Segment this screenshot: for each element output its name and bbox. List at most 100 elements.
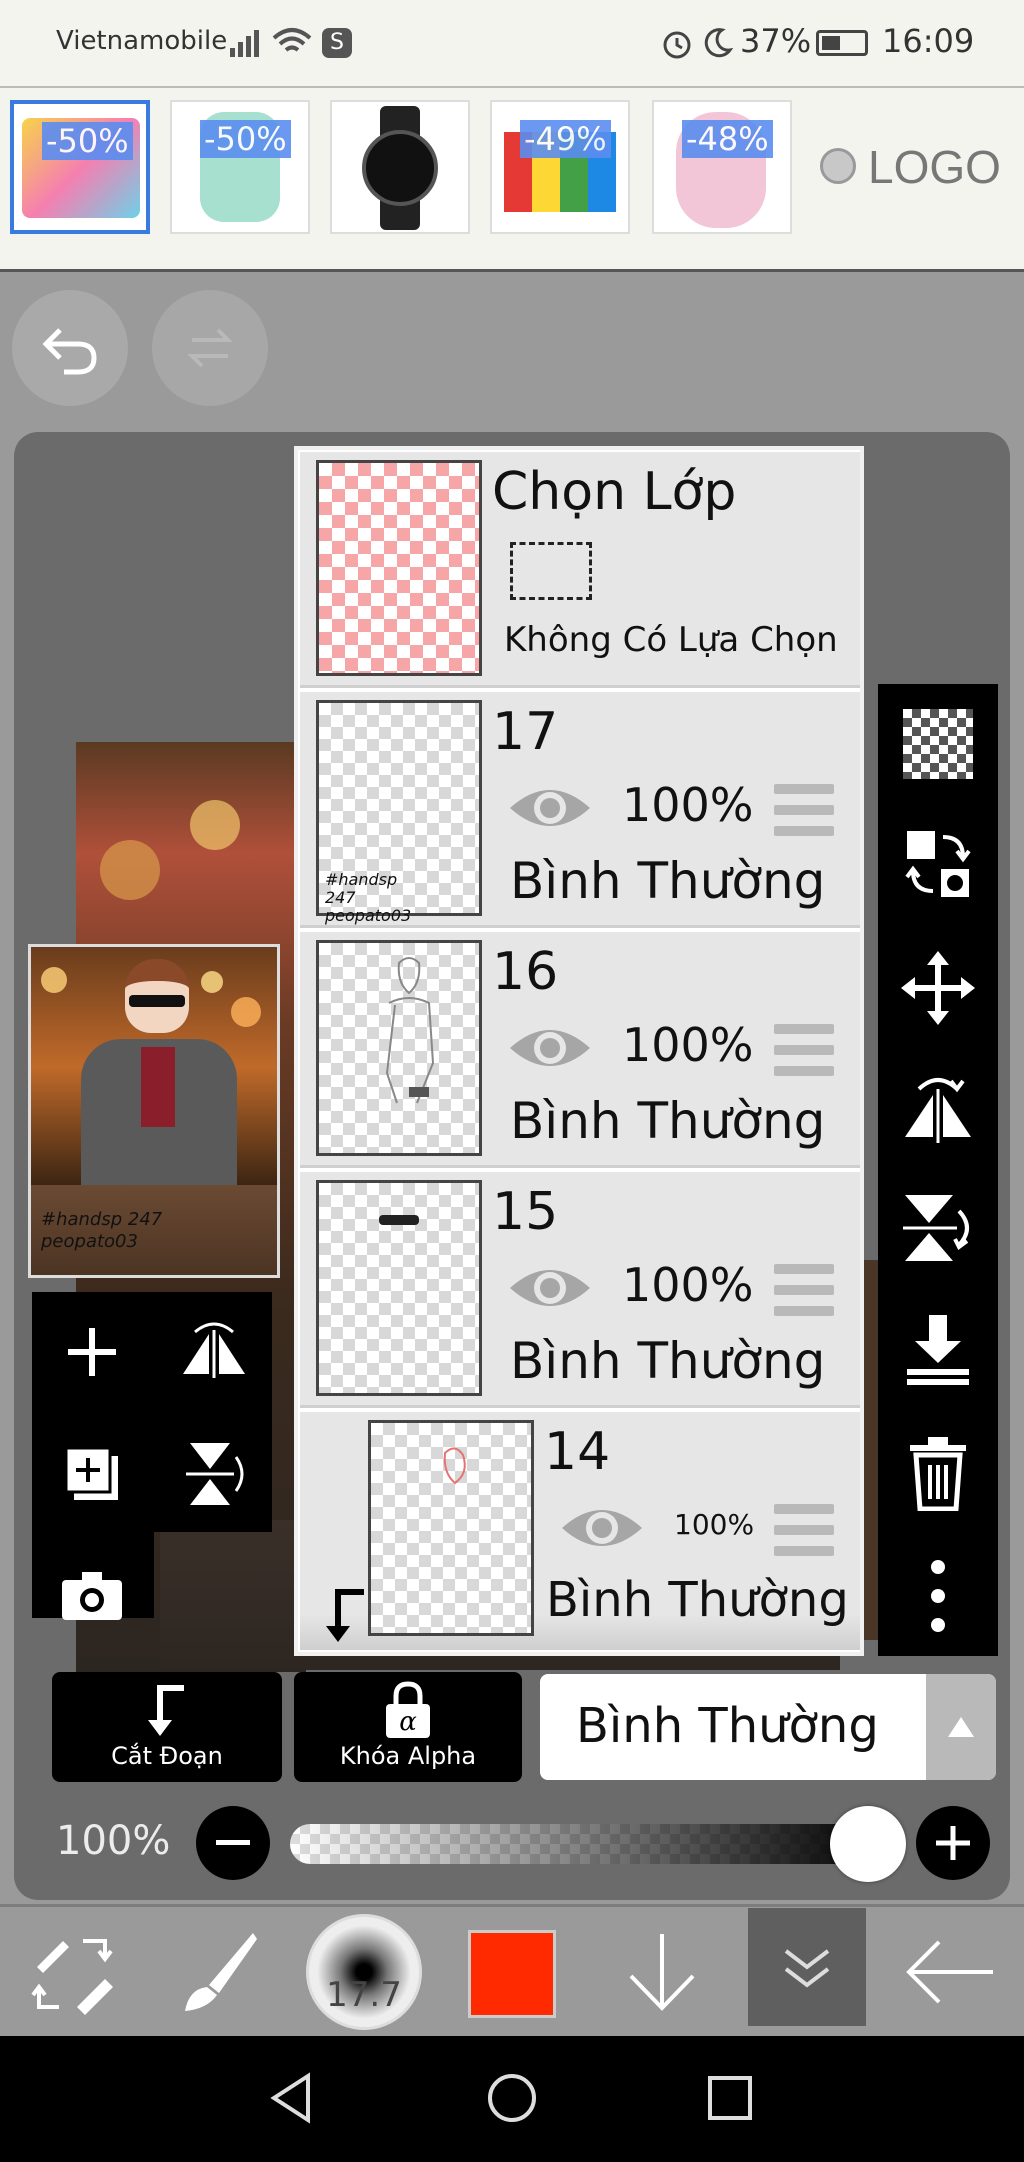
layer-down-button[interactable]	[612, 1922, 712, 2022]
layer-row[interactable]: 16 100% Bình Thường	[300, 932, 860, 1168]
preview-signature: #handsp 247 peopato03	[41, 1209, 163, 1252]
opacity-slider[interactable]	[290, 1824, 880, 1864]
camera-button[interactable]	[42, 1546, 142, 1646]
duplicate-layer-button[interactable]	[42, 1424, 142, 1524]
selection-layer-thumbnail	[316, 460, 482, 676]
drag-handle-icon[interactable]	[774, 784, 834, 836]
merge-down-icon	[907, 1315, 969, 1385]
ad-product-toy-phone[interactable]: -48%	[652, 100, 792, 234]
nav-back-button[interactable]	[262, 2068, 322, 2128]
new-transparent-layer-button[interactable]	[890, 696, 986, 792]
visibility-eye-icon[interactable]	[560, 1500, 644, 1560]
checkerboard-icon	[903, 709, 973, 779]
square-recents-icon	[708, 2076, 752, 2120]
camera-icon	[62, 1572, 122, 1620]
move-button[interactable]	[890, 940, 986, 1036]
flip-vertical-icon	[903, 1195, 969, 1261]
opacity-increase-button[interactable]	[916, 1806, 990, 1880]
circle-home-icon	[488, 2074, 536, 2122]
ad-product-watch-green[interactable]: -50%	[170, 100, 310, 234]
app-notification-icon: S	[322, 28, 352, 58]
alpha-lock-label: Khóa Alpha	[339, 1742, 477, 1770]
more-options-button[interactable]	[890, 1548, 986, 1644]
opacity-value: 100%	[56, 1818, 171, 1864]
nav-recents-button[interactable]	[700, 2068, 760, 2128]
layer-opacity: 100%	[622, 778, 754, 832]
redo-button[interactable]	[152, 290, 268, 406]
pen-eraser-swap-icon	[31, 1939, 113, 2015]
opacity-decrease-button[interactable]	[196, 1806, 270, 1880]
flip-horizontal-button[interactable]	[890, 1060, 986, 1156]
selection-layer-row[interactable]: Chọn Lớp Không Có Lựa Chọn	[300, 452, 860, 688]
layer-number: 16	[492, 942, 559, 1002]
layer-row[interactable]: 14 100% Bình Thường	[300, 1412, 860, 1650]
drag-handle-icon[interactable]	[774, 1024, 834, 1076]
layer-blend-mode: Bình Thường	[510, 1092, 826, 1150]
sketch-drawing	[385, 957, 435, 1104]
ad-logo: LOGO	[868, 141, 1001, 193]
flip-layer-horizontal-button[interactable]	[164, 1302, 264, 1402]
status-bar: Vietnamobile S 37% 16:09	[0, 0, 1024, 86]
drag-handle-icon[interactable]	[774, 1504, 834, 1556]
brush-size-value: 17.7	[326, 1975, 402, 2015]
undo-icon	[42, 328, 97, 375]
clipping-button[interactable]: Cắt Đoạn	[52, 1672, 282, 1782]
trash-icon	[910, 1437, 966, 1511]
plus-icon	[936, 1826, 970, 1860]
tool-switch-button[interactable]	[22, 1922, 122, 2022]
canvas-preview[interactable]: #handsp 247 peopato03	[28, 944, 280, 1278]
visibility-eye-icon[interactable]	[508, 1020, 592, 1080]
triangle-back-icon	[270, 2072, 310, 2124]
opacity-slider-thumb[interactable]	[830, 1806, 906, 1882]
selection-layer-title: Chọn Lớp	[492, 462, 737, 522]
layer-blend-mode: Bình Thường	[510, 852, 826, 910]
drag-handle-icon[interactable]	[774, 1264, 834, 1316]
layer-row[interactable]: 15 100% Bình Thường	[300, 1172, 860, 1408]
copy-layer-icon	[64, 1446, 118, 1500]
ad-product-watch-black[interactable]	[330, 100, 470, 234]
discount-badge: -49%	[520, 120, 611, 158]
discount-badge: -50%	[42, 122, 133, 160]
brush-tool-button[interactable]	[166, 1922, 266, 2022]
blend-mode-value: Bình Thường	[576, 1698, 879, 1754]
layer-number: 17	[492, 702, 559, 762]
back-button[interactable]	[900, 1922, 1000, 2022]
color-swatch-button[interactable]	[468, 1930, 556, 2018]
swap-layers-button[interactable]	[890, 816, 986, 912]
clipping-label: Cắt Đoạn	[111, 1742, 223, 1770]
layer-opacity: 100%	[622, 1018, 754, 1072]
layer-blend-mode: Bình Thường	[546, 1572, 849, 1628]
ad-product-rubik[interactable]: -49%	[490, 100, 630, 234]
merge-down-button[interactable]	[890, 1302, 986, 1398]
carrier-label: Vietnamobile	[56, 26, 228, 56]
add-layer-button[interactable]	[42, 1302, 142, 1402]
visibility-eye-icon[interactable]	[508, 1260, 592, 1320]
discount-badge: -48%	[682, 120, 773, 158]
triangle-up-icon	[948, 1717, 974, 1737]
alpha-lock-button[interactable]: α Khóa Alpha	[294, 1672, 522, 1782]
layers-panel-button[interactable]	[748, 1908, 866, 2026]
redo-icon	[187, 328, 233, 368]
logo-circle-icon	[820, 148, 856, 184]
visibility-eye-icon[interactable]	[508, 780, 592, 840]
nav-home-button[interactable]	[482, 2068, 542, 2128]
ad-product-toys[interactable]: -50%	[10, 100, 150, 234]
flip-layer-vertical-button[interactable]	[164, 1424, 264, 1524]
double-chevron-down-icon	[784, 1949, 830, 1988]
selection-marquee-icon	[510, 542, 592, 600]
ad-banner[interactable]: -50% -50% -49% -48% LOGO	[0, 86, 1024, 272]
blend-mode-select[interactable]: Bình Thường	[540, 1674, 996, 1780]
flip-horizontal-icon	[183, 1322, 245, 1378]
wifi-icon	[270, 24, 314, 62]
more-vertical-icon	[931, 1560, 945, 1632]
discount-badge: -50%	[200, 120, 291, 158]
layer-opacity: 100%	[674, 1508, 755, 1541]
clip-arrow-icon	[324, 1588, 368, 1648]
brush-size-button[interactable]: 17.7	[306, 1914, 422, 2030]
blend-mode-dropdown-toggle[interactable]	[926, 1674, 996, 1780]
undo-button[interactable]	[12, 290, 128, 406]
selection-status: Không Có Lựa Chọn	[504, 620, 838, 660]
layer-row[interactable]: #handsp 247 peopato03 17 100% Bình Thườn…	[300, 692, 860, 928]
delete-layer-button[interactable]	[890, 1426, 986, 1522]
flip-vertical-button[interactable]	[890, 1180, 986, 1276]
